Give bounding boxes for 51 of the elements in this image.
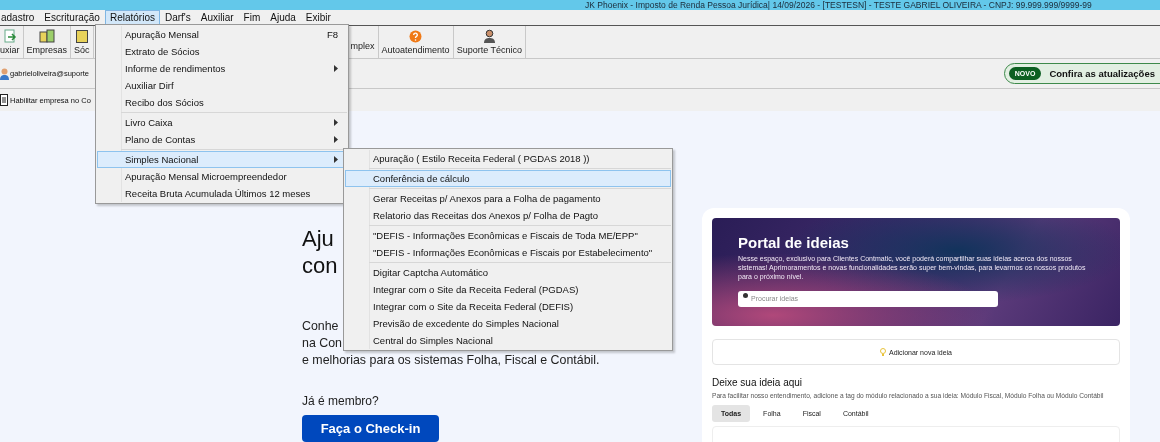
menu-item[interactable]: Digitar Captcha Automático	[345, 264, 671, 281]
menu-item[interactable]: Integrar com o Site da Receita Federal (DEFIS)	[345, 298, 671, 315]
toolbar-button[interactable]: Empresas	[23, 26, 72, 58]
section-title: Deixe sua ideia aqui	[712, 377, 804, 388]
shortcut-label: F8	[326, 29, 338, 40]
menu-bar-item[interactable]: Ajuda	[265, 10, 301, 25]
lightbulb-icon	[879, 348, 886, 356]
menu-item[interactable]: Gerar Receitas p/ Anexos para a Folha de pagamento	[345, 190, 671, 207]
menu-item[interactable]: Informe de rendimentos	[97, 60, 347, 77]
menu-bar-item[interactable]: Exibir	[300, 10, 336, 25]
menu-item[interactable]: Receita Bruta Acumulada Últimos 12 meses	[97, 185, 347, 202]
menu-bar-item[interactable]: Escrituração	[39, 10, 105, 25]
search-icon	[743, 292, 748, 298]
menu-item[interactable]: Previsão de excedente do Simples Nacional	[345, 315, 671, 332]
checkin-button[interactable]: Faça o Check-in	[302, 415, 439, 442]
toolbar-button[interactable]: Sóc	[71, 26, 94, 58]
menu-item[interactable]: Conferência de cálculo	[345, 170, 671, 187]
paragraph-line: na Con	[302, 335, 342, 352]
menu-item[interactable]: "DEFIS - Informações Econômicas e Fiscais de Toda ME/EPP"	[345, 227, 671, 244]
menu-item[interactable]: Recibo dos Sócios	[97, 94, 347, 111]
user-icon	[0, 67, 9, 80]
toolbar-button[interactable]: uxiar	[0, 26, 24, 58]
help-icon	[409, 29, 423, 43]
hero-heading: Aju con	[302, 225, 338, 279]
menu-bar-item[interactable]: adastro	[0, 10, 40, 25]
buildings-icon	[38, 29, 55, 43]
portal-title: Portal de ideias	[738, 234, 850, 251]
person-icon	[482, 29, 496, 43]
menu-bar-item[interactable]: Fim	[238, 10, 266, 25]
document-icon	[75, 29, 88, 43]
document-icon	[0, 94, 8, 106]
menu-item[interactable]: Auxiliar Dirf	[97, 77, 347, 94]
menu-item[interactable]: Livro Caixa	[97, 114, 347, 131]
menu-item[interactable]: Apuração ( Estilo Receita Federal ( PGDAS 2018 ))	[345, 150, 671, 167]
menu-item[interactable]: Central do Simples Nacional	[345, 332, 671, 349]
menu-item[interactable]: Apuração Mensal Microempreendedor	[97, 168, 347, 185]
menu-item[interactable]: Relatorio das Receitas dos Anexos p/ Folha de Pagto	[345, 207, 671, 224]
toolbar-button[interactable]: mplex	[350, 26, 379, 58]
menu-item[interactable]: "DEFIS - Informações Econômicas e Fiscais por Estabelecimento"	[345, 244, 671, 261]
menu-bar-item[interactable]: Auxiliar	[195, 10, 239, 25]
paragraph-line: e melhorias para os sistemas Folha, Fiscal e Contábil.	[302, 352, 600, 369]
menu-item[interactable]: Apuração Mensal F8	[97, 26, 347, 43]
menu-item[interactable]: Integrar com o Site da Receita Federal (PGDAS)	[345, 281, 671, 298]
member-prompt: Já é membro?	[302, 394, 379, 408]
window-title: JK Phoenix - Imposto de Renda Pessoa Jurídica| 14/09/2026 - [TESTESN] - TESTE GABRIEL OLIVEIRA - CNPJ: 99.999.999/9999-99	[585, 0, 1092, 10]
menu-bar-item[interactable]: Darf's	[159, 10, 196, 25]
toolbar-button[interactable]: Suporte Técnico	[453, 26, 526, 58]
paragraph-line: Conhe	[302, 318, 339, 335]
menu-item[interactable]: Plano de Contas	[97, 131, 347, 148]
menu-item[interactable]: Extrato de Sócios	[97, 43, 347, 60]
toolbar-button[interactable]: Autoatendimento	[378, 26, 454, 58]
